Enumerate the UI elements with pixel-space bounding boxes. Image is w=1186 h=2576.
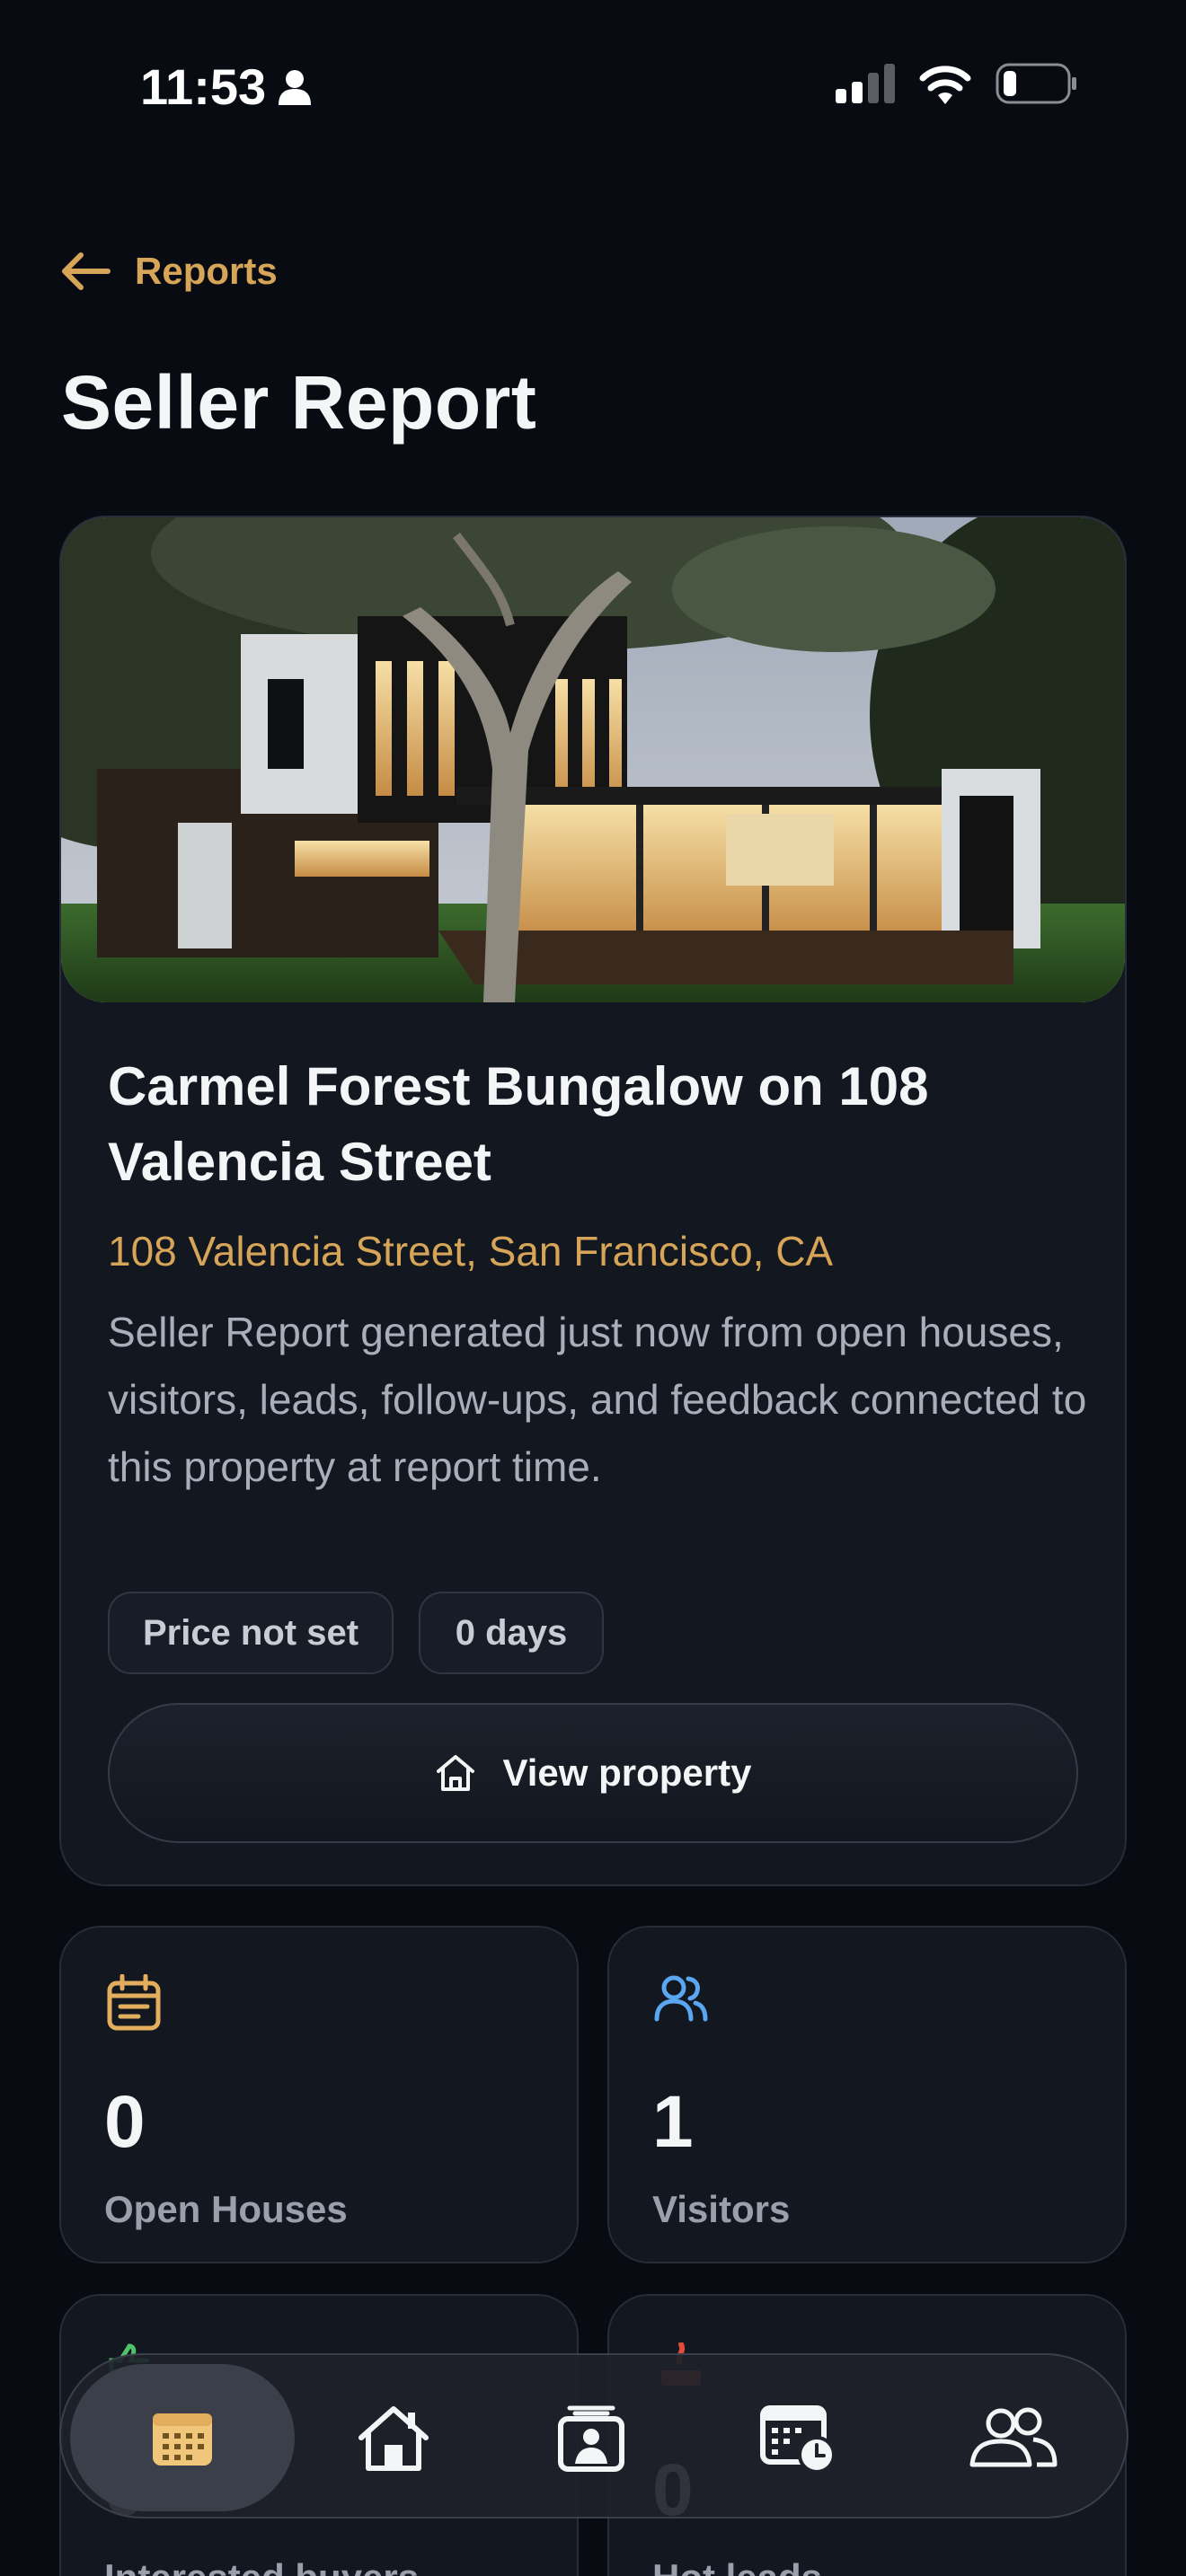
view-property-button[interactable]: View property bbox=[108, 1703, 1078, 1843]
price-chip: Price not set bbox=[108, 1592, 394, 1674]
arrow-left-icon bbox=[62, 252, 111, 290]
contact-card-icon bbox=[558, 2405, 624, 2472]
home-icon bbox=[436, 1755, 474, 1791]
stat-label: Visitors bbox=[652, 2188, 791, 2230]
stat-label: Interested buyers bbox=[104, 2556, 419, 2576]
people-icon bbox=[969, 2407, 1058, 2467]
stat-visitors[interactable]: 1 Visitors bbox=[607, 1926, 1127, 2263]
days-chip: 0 days bbox=[419, 1592, 604, 1674]
stat-label: Hot leads bbox=[652, 2556, 822, 2576]
battery-icon bbox=[996, 63, 1076, 104]
nav-contacts[interactable] bbox=[528, 2355, 654, 2520]
back-link[interactable]: Reports bbox=[61, 250, 278, 293]
nav-calendar[interactable] bbox=[70, 2355, 295, 2520]
property-card: Carmel Forest Bungalow on 108 Valencia S… bbox=[59, 516, 1127, 1886]
calendar-icon bbox=[153, 2413, 212, 2466]
nav-people[interactable] bbox=[942, 2355, 1085, 2520]
view-property-label: View property bbox=[502, 1751, 752, 1794]
back-label: Reports bbox=[135, 250, 278, 292]
bottom-nav bbox=[59, 2353, 1128, 2519]
stat-label: Open Houses bbox=[104, 2188, 348, 2230]
home-icon bbox=[358, 2406, 429, 2471]
status-indicators bbox=[836, 63, 1078, 104]
page-title: Seller Report bbox=[61, 360, 537, 445]
nav-schedule[interactable] bbox=[735, 2355, 861, 2520]
nav-home[interactable] bbox=[331, 2355, 456, 2520]
stat-value: 1 bbox=[652, 2081, 694, 2163]
users-icon bbox=[654, 1975, 708, 2022]
stat-value: 0 bbox=[104, 2081, 146, 2163]
property-title: Carmel Forest Bungalow on 108 Valencia S… bbox=[108, 1056, 929, 1192]
wifi-icon bbox=[919, 66, 971, 104]
status-time: 11:53 bbox=[140, 57, 312, 116]
calendar-icon bbox=[107, 1974, 161, 2031]
report-description: Seller Report generated just now from op… bbox=[108, 1309, 1087, 1490]
property-address: 108 Valencia Street, San Francisco, CA bbox=[108, 1228, 834, 1275]
signal-icon bbox=[836, 64, 895, 103]
schedule-icon bbox=[760, 2405, 836, 2473]
stat-open-houses[interactable]: 0 Open Houses bbox=[59, 1926, 579, 2263]
property-photo bbox=[61, 517, 1125, 1002]
person-icon bbox=[279, 69, 312, 105]
